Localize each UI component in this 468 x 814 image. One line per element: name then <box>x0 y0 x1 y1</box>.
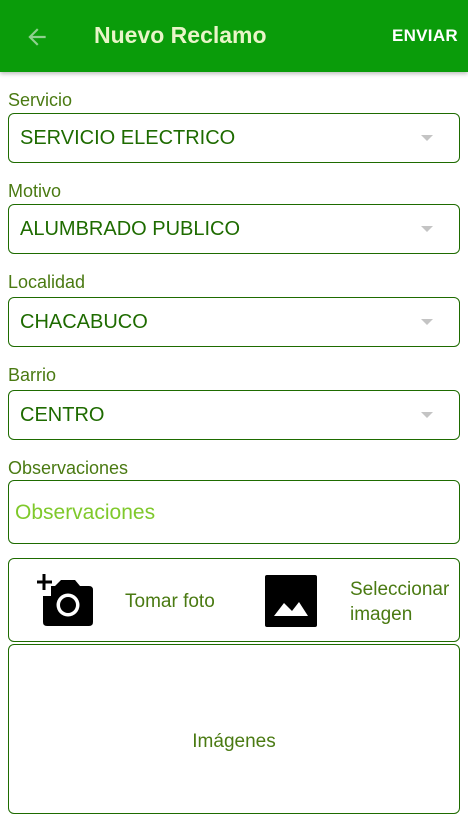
add-a-photo-icon <box>36 574 93 626</box>
select-image-label[interactable]: Seleccionar imagen <box>350 577 449 627</box>
motivo-select[interactable]: ALUMBRADO PUBLICO <box>8 204 460 254</box>
motivo-value: ALUMBRADO PUBLICO <box>20 218 241 240</box>
servicio-label: Servicio <box>8 90 73 110</box>
images-label: Imágenes <box>192 731 276 752</box>
barrio-label: Barrio <box>8 365 57 385</box>
select-image-button[interactable] <box>265 575 317 627</box>
image-icon <box>265 575 317 627</box>
select-image-label-line1: Seleccionar <box>350 579 450 600</box>
observaciones-placeholder: Observaciones <box>15 501 156 524</box>
barrio-value: CENTRO <box>20 404 105 426</box>
photo-actions: Tomar foto Seleccionar imagen <box>8 558 460 642</box>
select-image-label-line2: imagen <box>350 604 413 625</box>
barrio-select[interactable]: CENTRO <box>8 390 460 440</box>
dropdown-caret-icon <box>421 135 433 141</box>
localidad-select[interactable]: CHACABUCO <box>8 297 460 347</box>
dropdown-caret-icon <box>421 319 433 325</box>
observaciones-label: Observaciones <box>8 458 129 478</box>
back-button[interactable] <box>22 22 52 52</box>
take-photo-label[interactable]: Tomar foto <box>125 591 215 613</box>
servicio-select[interactable]: SERVICIO ELECTRICO <box>8 113 460 163</box>
take-photo-button[interactable] <box>36 574 95 628</box>
arrow-left-icon <box>28 28 46 46</box>
motivo-label: Motivo <box>8 181 62 201</box>
localidad-label: Localidad <box>8 272 86 292</box>
dropdown-caret-icon <box>421 226 433 232</box>
send-button[interactable]: ENVIAR <box>392 26 458 46</box>
dropdown-caret-icon <box>421 412 433 418</box>
servicio-value: SERVICIO ELECTRICO <box>20 127 236 149</box>
observaciones-field[interactable]: Observaciones <box>8 480 460 544</box>
app-bar: Nuevo Reclamo ENVIAR <box>0 0 468 72</box>
localidad-value: CHACABUCO <box>20 311 148 333</box>
page-title: Nuevo Reclamo <box>94 22 267 48</box>
images-area: Imágenes <box>8 644 460 814</box>
